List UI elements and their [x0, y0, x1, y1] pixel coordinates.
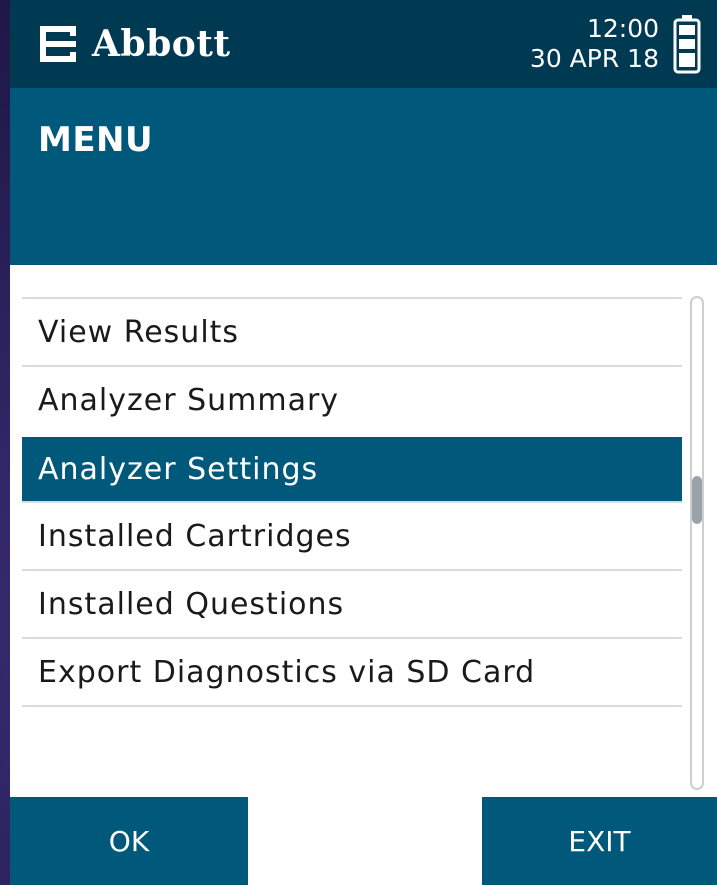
scrollbar-thumb[interactable] — [692, 476, 702, 524]
ok-button-label: OK — [108, 824, 150, 858]
menu-item-label: Installed Cartridges — [38, 518, 352, 554]
menu-item-export-diagnostics[interactable]: Export Diagnostics via SD Card — [22, 637, 682, 705]
exit-button-label: EXIT — [568, 824, 631, 858]
abbott-logo-icon — [40, 26, 76, 62]
brand-logo: Abbott — [36, 22, 231, 66]
battery-full-icon — [673, 15, 701, 74]
exit-button[interactable]: EXIT — [482, 797, 717, 885]
menu-item-installed-questions[interactable]: Installed Questions — [22, 569, 682, 637]
date-display: 30 APR 18 — [529, 44, 659, 73]
menu-item-installed-cartridges[interactable]: Installed Cartridges — [22, 501, 682, 569]
brand-name: Abbott — [92, 23, 231, 65]
menu-item-view-results[interactable]: View Results — [22, 297, 682, 365]
ok-button[interactable]: OK — [10, 797, 248, 885]
menu-item-label: View Results — [38, 314, 240, 350]
time-display: 12:00 — [586, 14, 659, 43]
menu-item-label: Installed Questions — [38, 586, 345, 622]
menu-divider — [22, 705, 682, 707]
status-bar: Abbott 12:00 30 APR 18 — [10, 0, 717, 88]
menu-item-analyzer-settings[interactable]: Analyzer Settings — [22, 435, 682, 501]
menu-list: View Results Analyzer Summary Analyzer S… — [22, 297, 682, 707]
menu-item-label: Export Diagnostics via SD Card — [38, 654, 536, 690]
menu-item-label: Analyzer Settings — [38, 451, 319, 487]
scrollbar[interactable] — [690, 296, 704, 790]
page-title: MENU — [38, 120, 154, 160]
title-band: MENU — [10, 88, 717, 265]
menu-item-label: Analyzer Summary — [38, 382, 340, 418]
device-screen: Abbott 12:00 30 APR 18 MENU View Results… — [10, 0, 717, 885]
clock: 12:00 30 APR 18 — [530, 14, 659, 74]
menu-item-analyzer-summary[interactable]: Analyzer Summary — [22, 365, 682, 433]
